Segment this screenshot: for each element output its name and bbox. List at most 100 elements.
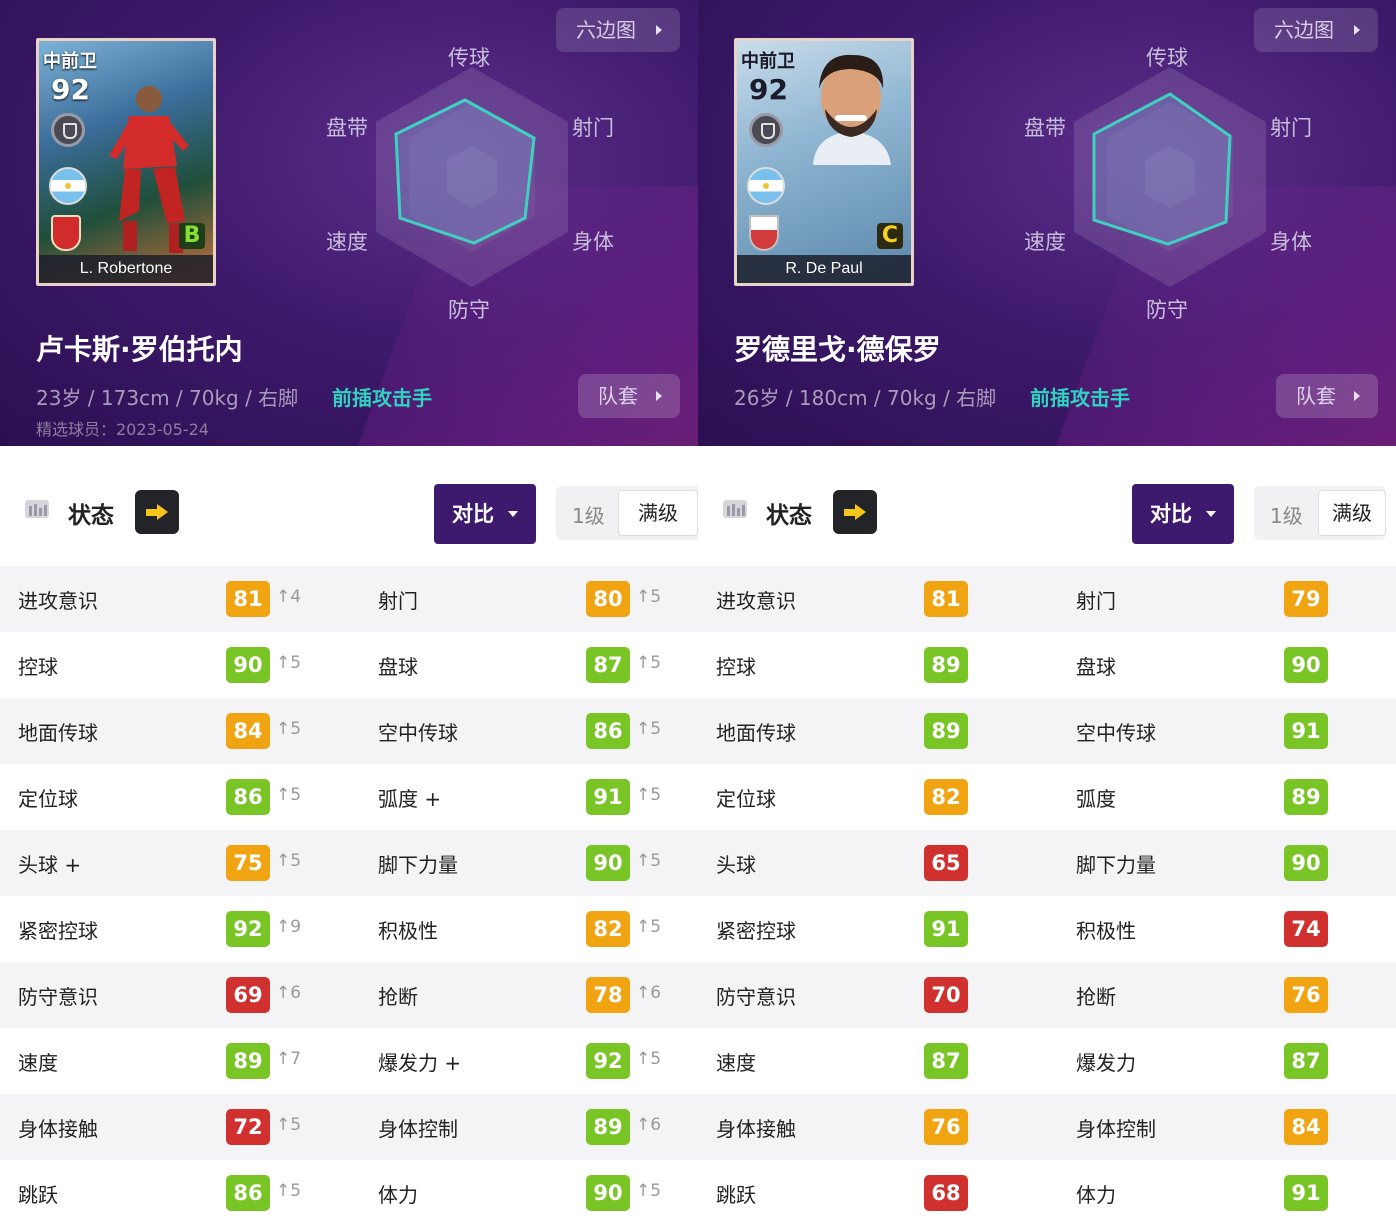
level-1-option[interactable]: 1级 xyxy=(572,500,605,529)
stats-table: 进攻意识 81 ↑4 射门 80 ↑5 控球 90 ↑5 盘球 87 ↑5 地面… xyxy=(0,566,698,1220)
stat-value: 87 xyxy=(924,1043,968,1079)
stat-increase: ↑4 xyxy=(276,587,302,607)
stat-value: 65 xyxy=(924,845,968,881)
stat-name: 头球 xyxy=(716,853,756,877)
player-info: 26岁 / 180cm / 70kg / 右脚 xyxy=(734,386,997,410)
stat-name: 脚下力量 xyxy=(378,853,458,877)
stat-name: 盘球 xyxy=(1076,655,1116,679)
condition-arrow-icon[interactable] xyxy=(135,490,179,534)
hexagon-chart: 传球 盘带 射门 速度 身体 防守 xyxy=(1018,40,1338,330)
table-row: 定位球 82 弧度 89 xyxy=(698,764,1396,830)
stat-value: 78 xyxy=(586,977,630,1013)
stat-value: 69 xyxy=(226,977,270,1013)
radar-label-dribbling: 盘带 xyxy=(1024,116,1066,140)
stat-value: 86 xyxy=(226,1175,270,1211)
stat-value: 76 xyxy=(924,1109,968,1145)
player-panel-right: 中前卫 92 C R. De Paul 传球 盘带 射门 速度 身体 防守 六边… xyxy=(698,0,1396,1220)
stat-name: 进攻意识 xyxy=(18,589,98,613)
compare-button[interactable]: 对比 xyxy=(434,484,536,544)
stats-table: 进攻意识 81 射门 79 控球 89 盘球 90 地面传球 89 空中传球 9… xyxy=(698,566,1396,1220)
hexagon-graphic xyxy=(376,67,568,287)
table-row: 控球 90 ↑5 盘球 87 ↑5 xyxy=(0,632,698,698)
stat-name: 抢断 xyxy=(1076,985,1116,1009)
stat-value: 84 xyxy=(226,713,270,749)
stat-increase: ↑5 xyxy=(276,851,302,871)
player-card[interactable]: 中前卫 92 C R. De Paul xyxy=(734,38,914,286)
hexagon-chart-button[interactable]: 六边图 xyxy=(556,8,680,52)
stat-value: 90 xyxy=(586,845,630,881)
hexagon-chart-button[interactable]: 六边图 xyxy=(1254,8,1378,52)
table-row: 速度 87 爆发力 87 xyxy=(698,1028,1396,1094)
stat-name: 定位球 xyxy=(18,787,78,811)
team-kit-button[interactable]: 队套 xyxy=(1276,374,1378,418)
state-bar: 状态 对比 1级 满级 xyxy=(0,446,698,566)
stat-name: 控球 xyxy=(716,655,756,679)
condition-icon xyxy=(723,500,747,518)
stat-value: 82 xyxy=(924,779,968,815)
stat-name: 体力 xyxy=(378,1183,418,1207)
table-row: 地面传球 89 空中传球 91 xyxy=(698,698,1396,764)
level-1-option[interactable]: 1级 xyxy=(1270,500,1303,529)
radar-label-defending: 防守 xyxy=(448,298,490,322)
stat-name: 弧度 + xyxy=(378,787,442,811)
stat-value: 89 xyxy=(924,713,968,749)
stat-name: 爆发力 xyxy=(1076,1051,1136,1075)
stat-increase: ↑7 xyxy=(276,1049,302,1069)
stat-name: 积极性 xyxy=(378,919,438,943)
stat-increase: ↑6 xyxy=(636,1115,662,1135)
player-panel-left: 中前卫 92 B L. Robertone 传球 盘带 射门 速度 身体 防守 … xyxy=(0,0,698,1220)
condition-arrow-icon[interactable] xyxy=(833,490,877,534)
stat-value: 87 xyxy=(1284,1043,1328,1079)
comparison-screen: 中前卫 92 B L. Robertone 传球 盘带 射门 速度 身体 防守 … xyxy=(0,0,1396,1220)
stat-name: 控球 xyxy=(18,655,58,679)
card-player-name: R. De Paul xyxy=(737,255,911,283)
stat-value: 74 xyxy=(1284,911,1328,947)
stat-name: 身体控制 xyxy=(378,1117,458,1141)
stat-increase: ↑6 xyxy=(636,983,662,1003)
table-row: 跳跃 68 体力 91 xyxy=(698,1160,1396,1220)
stat-value: 70 xyxy=(924,977,968,1013)
stat-increase: ↑5 xyxy=(276,785,302,805)
table-row: 身体接触 72 ↑5 身体控制 89 ↑6 xyxy=(0,1094,698,1160)
stat-value: 90 xyxy=(1284,647,1328,683)
stat-increase: ↑5 xyxy=(636,587,662,607)
stat-name: 速度 xyxy=(716,1051,756,1075)
level-max-option[interactable]: 满级 xyxy=(1318,490,1386,536)
level-toggle: 1级 满级 xyxy=(556,486,698,540)
radar-label-speed: 速度 xyxy=(326,230,368,254)
radar-label-shooting: 射门 xyxy=(572,116,614,140)
table-row: 进攻意识 81 ↑4 射门 80 ↑5 xyxy=(0,566,698,632)
stat-value: 92 xyxy=(586,1043,630,1079)
player-card[interactable]: 中前卫 92 B L. Robertone xyxy=(36,38,216,286)
stat-name: 身体接触 xyxy=(716,1117,796,1141)
stat-name: 跳跃 xyxy=(716,1183,756,1207)
card-position: 中前卫 xyxy=(741,51,795,72)
stat-value: 87 xyxy=(586,647,630,683)
stat-increase: ↑5 xyxy=(636,653,662,673)
table-row: 头球 + 75 ↑5 脚下力量 90 ↑5 xyxy=(0,830,698,896)
stat-increase: ↑9 xyxy=(276,917,302,937)
stat-name: 速度 xyxy=(18,1051,58,1075)
table-row: 身体接触 76 身体控制 84 xyxy=(698,1094,1396,1160)
player-role: 前插攻击手 xyxy=(1030,386,1130,410)
stat-value: 86 xyxy=(586,713,630,749)
stat-increase: ↑5 xyxy=(636,785,662,805)
stat-name: 体力 xyxy=(1076,1183,1116,1207)
level-max-option[interactable]: 满级 xyxy=(618,490,698,536)
stat-name: 防守意识 xyxy=(18,985,98,1009)
stat-value: 89 xyxy=(226,1043,270,1079)
compare-button[interactable]: 对比 xyxy=(1132,484,1234,544)
condition-icon xyxy=(25,500,49,518)
card-type-icon xyxy=(51,113,85,147)
stat-name: 跳跃 xyxy=(18,1183,58,1207)
card-rating: 92 xyxy=(51,73,90,106)
stat-value: 81 xyxy=(226,581,270,617)
table-row: 定位球 86 ↑5 弧度 + 91 ↑5 xyxy=(0,764,698,830)
stat-name: 紧密控球 xyxy=(716,919,796,943)
stat-value: 82 xyxy=(586,911,630,947)
stat-increase: ↑5 xyxy=(276,653,302,673)
stat-value: 92 xyxy=(226,911,270,947)
stat-name: 紧密控球 xyxy=(18,919,98,943)
team-kit-button[interactable]: 队套 xyxy=(578,374,680,418)
table-row: 防守意识 70 抢断 76 xyxy=(698,962,1396,1028)
